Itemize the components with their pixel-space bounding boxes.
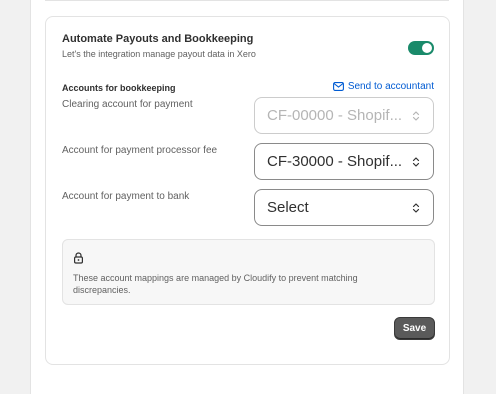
card-subtitle: Let's the integration manage payout data… xyxy=(62,49,256,59)
notice-text: These account mappings are managed by Cl… xyxy=(73,273,358,295)
chevron-updown-icon xyxy=(412,110,420,121)
clearing-account-value: CF-00000 - Shopif... xyxy=(267,107,403,124)
mail-icon xyxy=(332,82,344,91)
send-link-label: Send to accountant xyxy=(347,81,434,92)
automate-toggle[interactable] xyxy=(408,41,434,55)
toggle-knob xyxy=(422,43,432,53)
clearing-account-label: Clearing account for payment xyxy=(62,99,193,110)
chevron-updown-icon xyxy=(412,202,420,213)
lock-icon xyxy=(73,251,84,269)
accounts-heading: Accounts for bookkeeping xyxy=(62,83,176,93)
processor-fee-select[interactable]: CF-30000 - Shopif... xyxy=(254,143,434,180)
payment-to-bank-value: Select xyxy=(267,199,309,216)
payment-to-bank-label: Account for payment to bank xyxy=(62,191,190,202)
settings-panel: Automate Payouts and Bookkeeping Let's t… xyxy=(30,0,464,394)
processor-fee-value: CF-30000 - Shopif... xyxy=(267,153,403,170)
automate-payouts-card: Automate Payouts and Bookkeeping Let's t… xyxy=(45,16,450,365)
payment-to-bank-select[interactable]: Select xyxy=(254,189,434,226)
save-button[interactable]: Save xyxy=(394,317,435,340)
mapping-notice: These account mappings are managed by Cl… xyxy=(62,239,435,305)
send-to-accountant-link[interactable]: Send to accountant xyxy=(332,81,434,92)
processor-fee-label: Account for payment processor fee xyxy=(62,145,218,156)
top-divider xyxy=(45,0,449,1)
chevron-updown-icon xyxy=(412,156,420,167)
card-title: Automate Payouts and Bookkeeping xyxy=(62,33,254,45)
clearing-account-select[interactable]: CF-00000 - Shopif... xyxy=(254,97,434,134)
